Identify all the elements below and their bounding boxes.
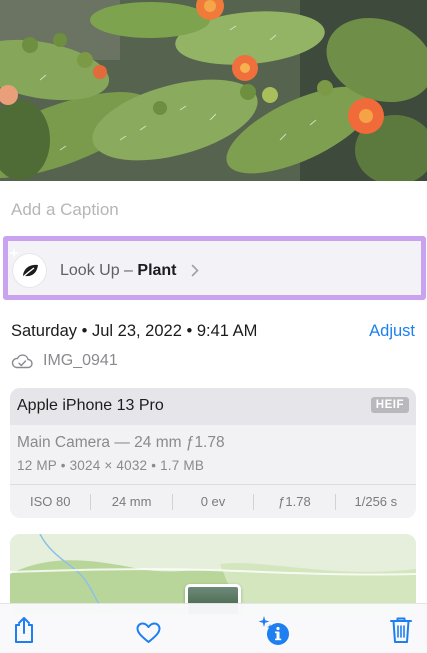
exif-focal-length: 24 mm	[111, 494, 152, 509]
camera-info-card: Apple iPhone 13 Pro HEIF Main Camera — 2…	[10, 388, 416, 518]
image-specs: 12 MP • 3024 × 4032 • 1.7 MB	[17, 458, 205, 473]
lookup-subject: Plant	[137, 262, 177, 279]
photo-preview[interactable]	[0, 0, 427, 181]
lookup-prefix: Look Up –	[60, 262, 138, 279]
exif-row: ISO 80 24 mm 0 ev ƒ1.78 1/256 s	[10, 484, 416, 518]
exif-aperture: ƒ1.78	[278, 494, 311, 509]
exif-iso: ISO 80	[29, 494, 71, 509]
caption-input[interactable]: Add a Caption	[11, 200, 119, 220]
device-name: Apple iPhone 13 Pro	[17, 397, 164, 414]
capture-datetime: Saturday • Jul 23, 2022 • 9:41 AM	[11, 322, 258, 340]
leaf-icon	[13, 254, 46, 287]
filename: IMG_0941	[43, 352, 118, 369]
exif-exposure-value: 0 ev	[200, 494, 226, 509]
adjust-button[interactable]: Adjust	[369, 322, 415, 341]
bottom-toolbar	[0, 603, 427, 653]
heart-icon[interactable]	[136, 622, 161, 644]
chevron-right-icon	[191, 264, 199, 277]
card-header: Apple iPhone 13 Pro HEIF	[10, 388, 416, 425]
format-badge: HEIF	[370, 397, 409, 413]
lookup-label: Look Up – Plant	[60, 262, 177, 280]
filename-row: IMG_0941	[11, 350, 118, 372]
exif-shutter-speed: 1/256 s	[354, 494, 398, 509]
info-sparkle-icon[interactable]	[258, 616, 290, 646]
location-map[interactable]	[10, 534, 416, 614]
trash-icon[interactable]	[390, 616, 412, 644]
cactus-photo-image	[0, 0, 427, 181]
visual-lookup-row[interactable]: Look Up – Plant	[3, 236, 426, 300]
cloud-icon	[11, 354, 33, 369]
lens-info: Main Camera — 24 mm ƒ1.78	[17, 434, 225, 451]
share-icon[interactable]	[12, 616, 36, 644]
